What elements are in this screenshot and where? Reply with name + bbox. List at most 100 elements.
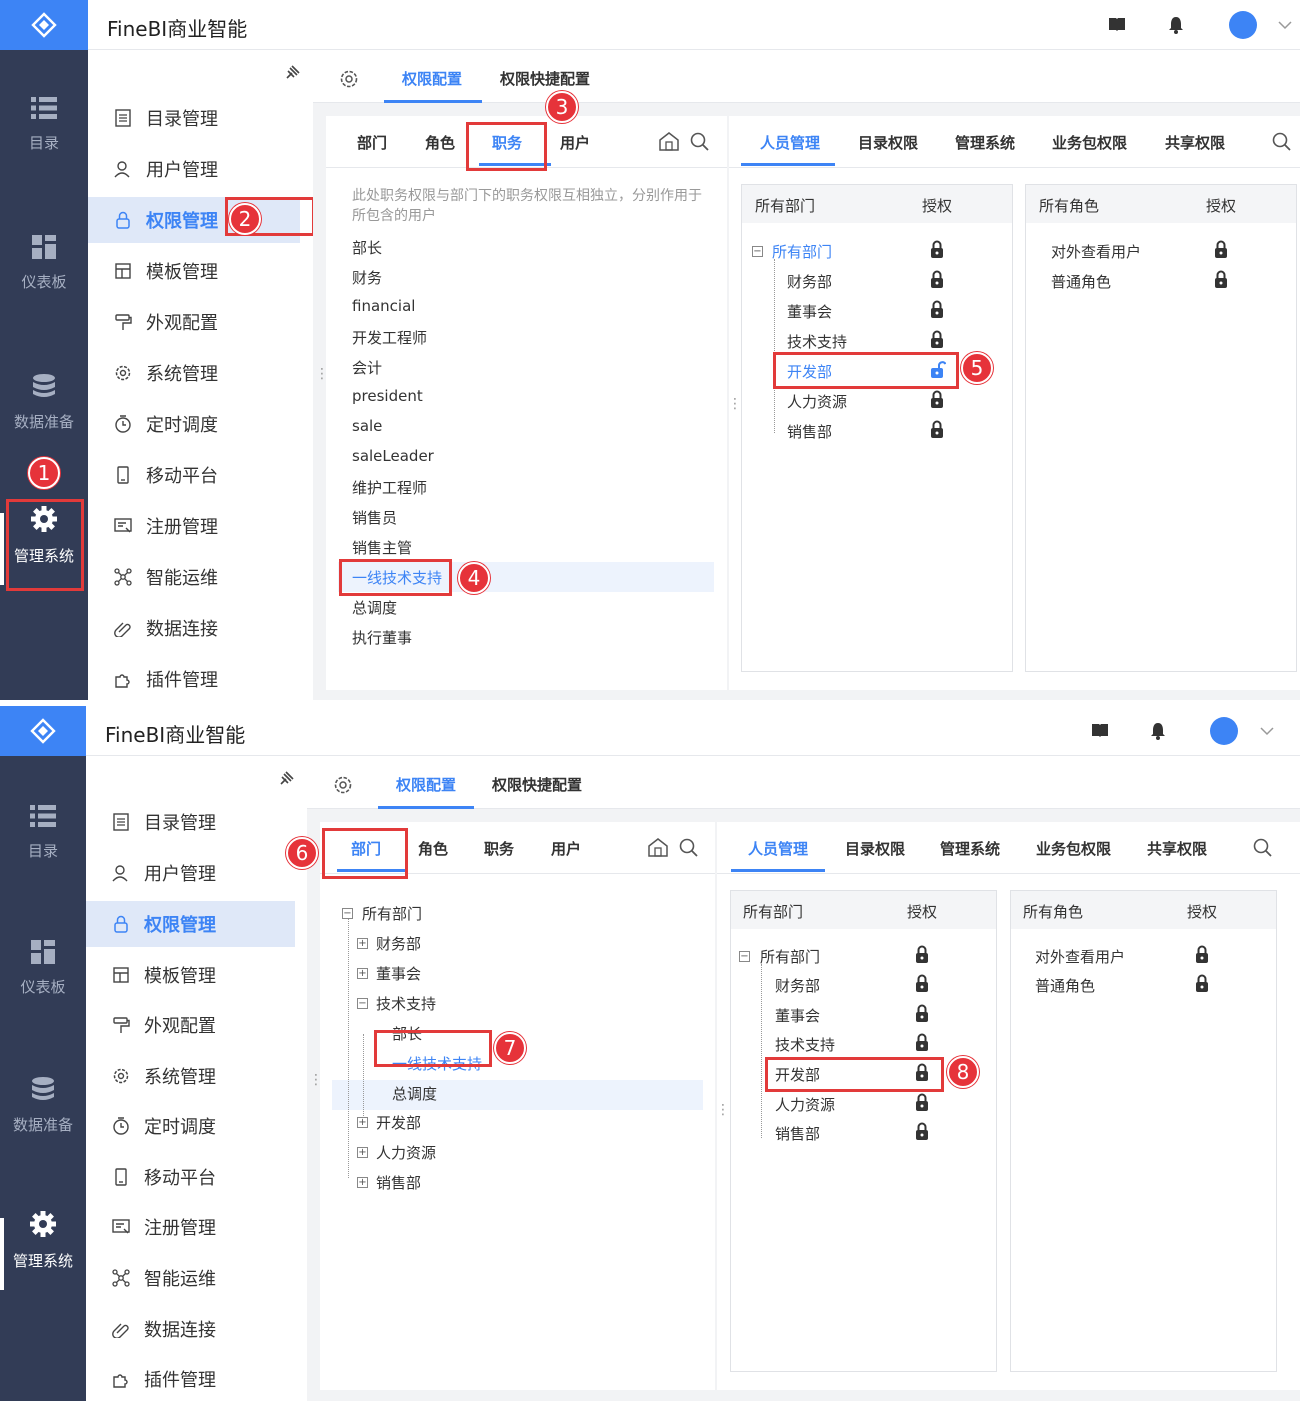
collapse-toggle[interactable]: − [342,908,353,919]
tree-child[interactable]: 总调度 [392,1083,437,1104]
expand-toggle[interactable]: + [357,938,368,949]
tree-node[interactable]: 财务部 [376,933,421,954]
menu-item-templates[interactable]: 模板管理 [86,952,295,998]
drag-handle[interactable]: ⋮ [728,396,742,412]
lock-icon[interactable] [930,330,944,349]
menu-item-plugins[interactable]: 插件管理 [86,1356,295,1401]
tab-job[interactable]: 职务 [484,838,514,859]
job-item[interactable]: 维护工程师 [352,477,427,498]
tree-root[interactable]: 所有部门 [362,903,422,924]
menu-item-appearance[interactable]: 外观配置 [86,1002,295,1048]
menu-item-schedule[interactable]: 定时调度 [86,1103,295,1149]
rail-item-catalog[interactable]: 目录 [0,804,86,861]
tab-user[interactable]: 用户 [560,132,590,153]
tab-share-perm[interactable]: 共享权限 [1147,838,1207,859]
job-item[interactable]: 部长 [352,237,382,258]
tab-people[interactable]: 人员管理 [748,838,808,859]
menu-item-schedule[interactable]: 定时调度 [88,401,300,447]
tree-node[interactable]: 人力资源 [376,1142,436,1163]
expand-toggle[interactable]: + [357,1177,368,1188]
job-item[interactable]: sale [352,417,382,435]
drag-handle[interactable]: ⋮ [309,1072,323,1088]
tree-node[interactable]: 开发部 [376,1112,421,1133]
job-item[interactable]: financial [352,297,415,315]
search-icon[interactable] [690,132,709,151]
tree-node[interactable]: 销售部 [775,1123,820,1144]
menu-item-catalog[interactable]: 目录管理 [88,95,300,141]
expand-toggle[interactable]: + [357,1117,368,1128]
collapse-toggle[interactable]: − [739,951,750,962]
lock-icon[interactable] [915,1093,929,1112]
book-icon[interactable] [1108,16,1126,32]
avatar[interactable] [1229,11,1257,39]
tab-catalog-perm[interactable]: 目录权限 [845,838,905,859]
tab-permission-config[interactable]: 权限配置 [396,774,456,795]
menu-item-mobile[interactable]: 移动平台 [88,452,300,498]
menu-item-connections[interactable]: 数据连接 [88,605,300,651]
tab-department[interactable]: 部门 [357,132,387,153]
chevron-down-icon[interactable] [1260,726,1274,736]
job-item[interactable]: 总调度 [352,597,397,618]
menu-item-ops[interactable]: 智能运维 [88,554,300,600]
tree-node[interactable]: 财务部 [775,975,820,996]
rail-item-data-prep[interactable]: 数据准备 [0,1076,86,1135]
tab-people[interactable]: 人员管理 [760,132,820,153]
search-icon[interactable] [679,838,698,857]
expand-toggle[interactable]: + [357,1147,368,1158]
job-item[interactable]: president [352,387,423,405]
expand-toggle[interactable]: + [357,968,368,979]
menu-item-templates[interactable]: 模板管理 [88,248,300,294]
rail-item-admin[interactable]: 管理系统 [0,1210,86,1290]
menu-item-ops[interactable]: 智能运维 [86,1255,295,1301]
menu-item-register[interactable]: 注册管理 [86,1204,295,1250]
pin-icon[interactable] [277,770,295,788]
tab-permission-config[interactable]: 权限配置 [402,68,462,89]
role-item[interactable]: 对外查看用户 [1035,946,1125,967]
tab-package-perm[interactable]: 业务包权限 [1036,838,1111,859]
tree-node[interactable]: 技术支持 [376,993,436,1014]
job-item[interactable]: 会计 [352,357,382,378]
lock-icon[interactable] [915,945,929,964]
lock-icon[interactable] [915,974,929,993]
lock-icon[interactable] [930,390,944,409]
collapse-toggle[interactable]: − [357,998,368,1009]
logo-icon[interactable] [0,706,86,756]
job-item[interactable]: 销售员 [352,507,397,528]
lock-icon[interactable] [1214,270,1228,289]
menu-item-register[interactable]: 注册管理 [88,503,300,549]
tab-package-perm[interactable]: 业务包权限 [1052,132,1127,153]
tree-node[interactable]: 财务部 [787,271,832,292]
org-icon[interactable] [648,838,668,857]
bell-icon[interactable] [1150,722,1166,740]
menu-item-mobile[interactable]: 移动平台 [86,1154,295,1200]
rail-item-data-prep[interactable]: 数据准备 [0,373,88,432]
search-icon[interactable] [1253,838,1272,857]
menu-item-users[interactable]: 用户管理 [88,146,300,192]
tab-share-perm[interactable]: 共享权限 [1165,132,1225,153]
tree-root[interactable]: 所有部门 [772,241,832,262]
avatar[interactable] [1210,717,1238,745]
menu-item-connections[interactable]: 数据连接 [86,1306,295,1352]
role-item[interactable]: 对外查看用户 [1051,241,1141,262]
lock-icon[interactable] [915,1033,929,1052]
tab-admin-perm[interactable]: 管理系统 [955,132,1015,153]
tree-root[interactable]: 所有部门 [760,946,820,967]
role-item[interactable]: 普通角色 [1035,975,1095,996]
job-item[interactable]: 执行董事 [352,627,412,648]
menu-item-system[interactable]: 系统管理 [88,350,300,396]
rail-item-catalog[interactable]: 目录 [0,96,88,153]
lock-icon[interactable] [930,420,944,439]
job-item[interactable]: saleLeader [352,447,434,465]
tree-node[interactable]: 技术支持 [775,1034,835,1055]
tab-role[interactable]: 角色 [418,838,448,859]
org-icon[interactable] [659,132,679,151]
tree-node[interactable]: 销售部 [376,1172,421,1193]
menu-item-plugins[interactable]: 插件管理 [88,656,300,700]
role-item[interactable]: 普通角色 [1051,271,1111,292]
settings-icon[interactable] [333,775,353,795]
tree-node[interactable]: 董事会 [787,301,832,322]
menu-item-appearance[interactable]: 外观配置 [88,299,300,345]
menu-item-catalog[interactable]: 目录管理 [86,799,295,845]
tab-admin-perm[interactable]: 管理系统 [940,838,1000,859]
menu-item-system[interactable]: 系统管理 [86,1053,295,1099]
